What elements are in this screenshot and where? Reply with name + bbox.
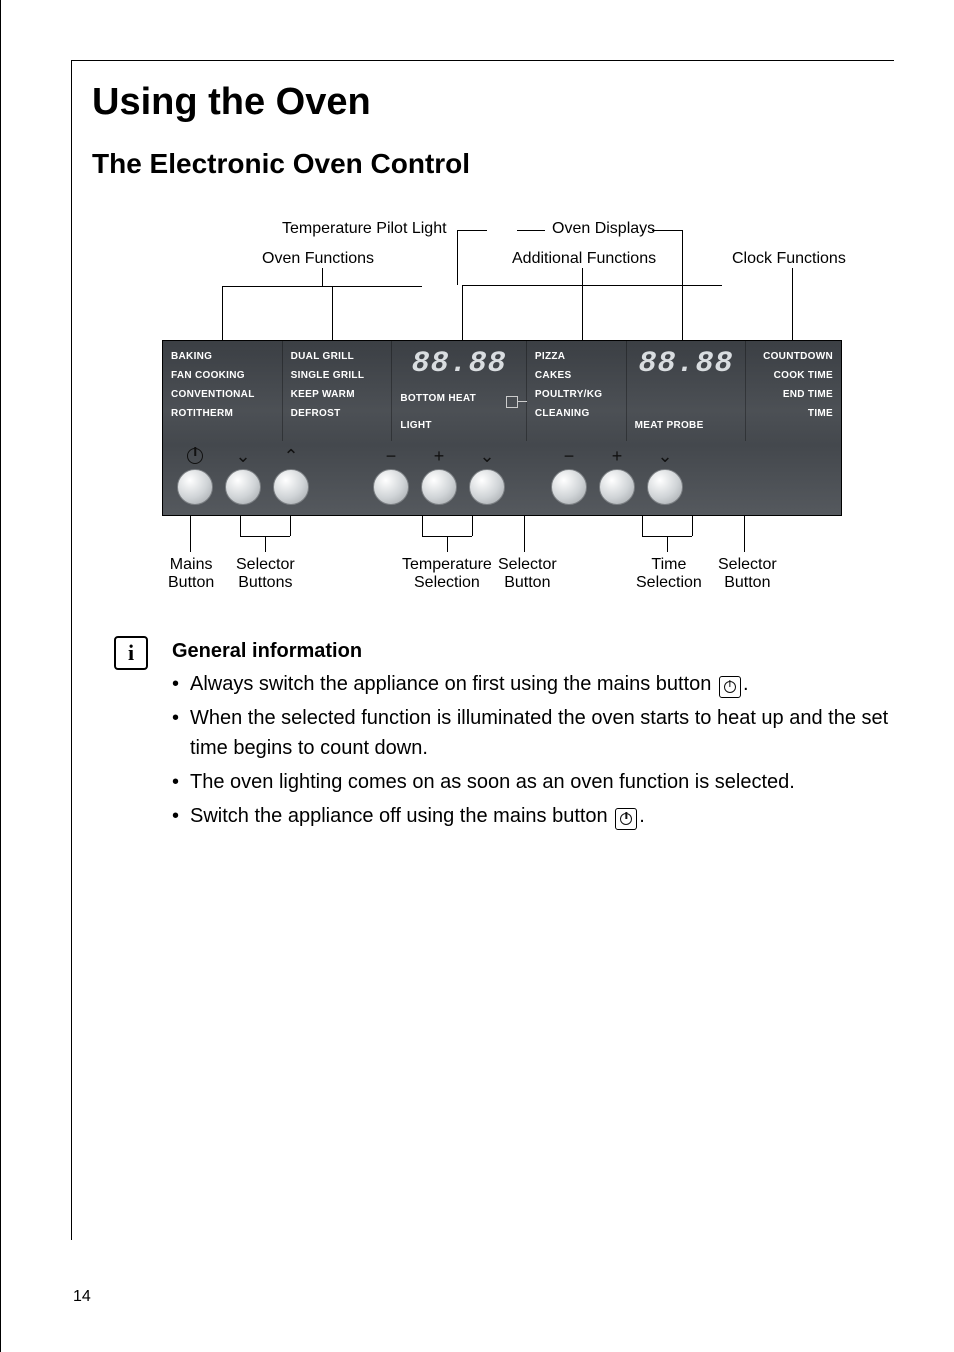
chevron-down-icon: ⌄ (645, 445, 685, 467)
oven-control-panel: BAKING FAN COOKING CONVENTIONAL ROTITHER… (162, 340, 842, 516)
list-item: Switch the appliance off using the mains… (172, 801, 894, 831)
label-meat-probe: MEAT PROBE (635, 416, 704, 435)
list-item: The oven lighting comes on as soon as an… (172, 767, 894, 797)
label-bottom-heat: BOTTOM HEAT (400, 389, 476, 408)
power-icon (719, 676, 741, 698)
func-fan-cooking: FAN COOKING (171, 366, 274, 385)
minus-icon: − (371, 445, 411, 467)
oven-functions-col1: BAKING FAN COOKING CONVENTIONAL ROTITHER… (163, 341, 283, 441)
power-icon (175, 445, 215, 467)
group-time: − + ⌄ (545, 445, 689, 505)
bullet-text: Switch the appliance off using the mains… (190, 805, 613, 827)
info-heading: General information (172, 640, 894, 663)
label-time-selection: Time Selection (636, 556, 702, 592)
page-number: 14 (73, 1288, 91, 1306)
func-cook-time: COOK TIME (774, 366, 833, 385)
additional-selector-button[interactable] (469, 469, 505, 505)
func-single-grill: SINGLE GRILL (291, 366, 384, 385)
chevron-down-icon: ⌄ (467, 445, 507, 467)
temperature-display: 88.88 (412, 347, 507, 381)
time-minus-button[interactable] (551, 469, 587, 505)
func-cleaning: CLEANING (535, 404, 618, 423)
func-defrost: DEFROST (291, 404, 384, 423)
label-light: LIGHT (400, 416, 432, 435)
bullet-text: . (743, 673, 749, 695)
control-panel-diagram: Temperature Pilot Light Oven Displays Ov… (162, 220, 842, 606)
group-mains-selector: ⌄ ⌃ (171, 445, 315, 505)
temp-minus-button[interactable] (373, 469, 409, 505)
func-conventional: CONVENTIONAL (171, 385, 274, 404)
plus-icon: + (597, 445, 637, 467)
info-list: Always switch the appliance on first usi… (172, 669, 894, 831)
func-time: TIME (808, 404, 833, 423)
func-keep-warm: KEEP WARM (291, 385, 384, 404)
func-countdown: COUNTDOWN (763, 347, 833, 366)
oven-functions-col2: DUAL GRILL SINGLE GRILL KEEP WARM DEFROS… (283, 341, 393, 441)
func-rotitherm: ROTITHERM (171, 404, 274, 423)
label-selector-button-right: Selector Button (718, 556, 777, 592)
func-end-time: END TIME (783, 385, 833, 404)
func-poultry-kg: POULTRY/KG (535, 385, 618, 404)
bullet-text: . (639, 805, 645, 827)
info-icon: i (114, 636, 148, 670)
chevron-up-icon: ⌃ (271, 445, 311, 467)
temp-plus-button[interactable] (421, 469, 457, 505)
label-additional-functions: Additional Functions (512, 250, 656, 268)
selector-down-button[interactable] (225, 469, 261, 505)
func-cakes: CAKES (535, 366, 618, 385)
chevron-down-icon: ⌄ (223, 445, 263, 467)
additional-functions-col: PIZZA CAKES POULTRY/KG CLEANING (527, 341, 627, 441)
label-oven-functions: Oven Functions (262, 250, 374, 268)
func-pizza: PIZZA (535, 347, 618, 366)
label-temp-pilot: Temperature Pilot Light (282, 220, 447, 238)
label-oven-displays: Oven Displays (552, 220, 655, 238)
group-temperature: − + ⌄ (367, 445, 511, 505)
time-plus-button[interactable] (599, 469, 635, 505)
section-title: The Electronic Oven Control (92, 148, 894, 180)
list-item: Always switch the appliance on first usi… (172, 669, 894, 699)
clock-functions-col: COUNTDOWN COOK TIME END TIME TIME (746, 341, 841, 441)
bullet-text: When the selected function is illuminate… (190, 707, 888, 759)
label-selector-button-mid: Selector Button (498, 556, 557, 592)
label-clock-functions: Clock Functions (732, 250, 846, 268)
label-temp-selection: Temperature Selection (402, 556, 492, 592)
plus-icon: + (419, 445, 459, 467)
mains-button[interactable] (177, 469, 213, 505)
bullet-text: Always switch the appliance on first usi… (190, 673, 717, 695)
temperature-display-area: 88.88 BOTTOM HEAT LIGHT (392, 341, 527, 441)
power-icon (615, 808, 637, 830)
func-baking: BAKING (171, 347, 274, 366)
selector-up-button[interactable] (273, 469, 309, 505)
page-title: Using the Oven (92, 81, 894, 124)
label-mains-button: Mains Button (168, 556, 214, 592)
clock-display: 88.88 (638, 347, 733, 381)
thermometer-icon (506, 396, 518, 408)
list-item: When the selected function is illuminate… (172, 703, 894, 763)
func-dual-grill: DUAL GRILL (291, 347, 384, 366)
clock-selector-button[interactable] (647, 469, 683, 505)
bullet-text: The oven lighting comes on as soon as an… (190, 771, 795, 793)
label-selector-buttons: Selector Buttons (236, 556, 295, 592)
minus-icon: − (549, 445, 589, 467)
clock-display-area: 88.88 MEAT PROBE (627, 341, 747, 441)
